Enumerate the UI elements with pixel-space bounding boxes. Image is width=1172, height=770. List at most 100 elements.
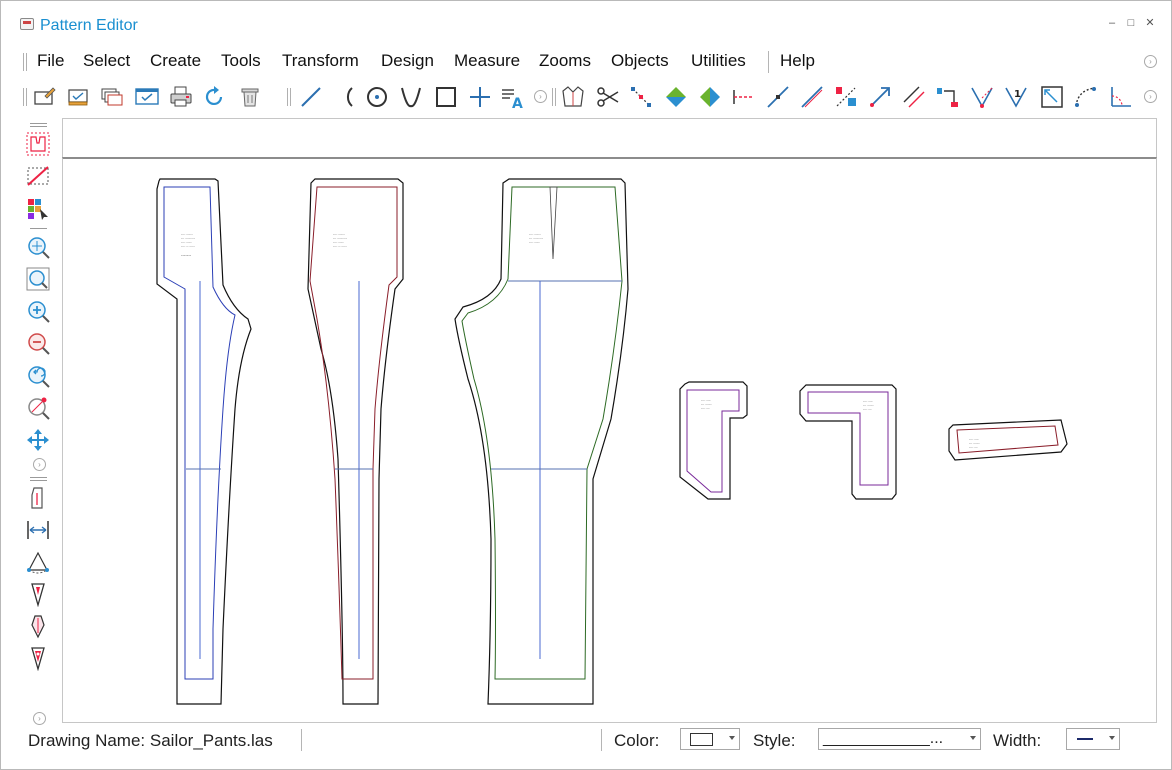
arrow-up-right-icon[interactable] <box>867 84 893 110</box>
pin-filled-icon[interactable] <box>25 645 51 671</box>
zoom-window-icon[interactable] <box>25 266 51 292</box>
app-icon <box>20 18 34 30</box>
style-label: Style: <box>753 731 796 750</box>
plus-icon[interactable] <box>467 84 493 110</box>
status-separator-1 <box>301 729 302 751</box>
svg-text:-------: ------- <box>181 253 192 258</box>
menu-grip[interactable] <box>23 53 27 71</box>
diagonal-line-icon[interactable] <box>799 84 825 110</box>
pin-outline-icon[interactable] <box>25 613 51 639</box>
toolbar-expand-icon[interactable]: › <box>534 90 547 103</box>
arc-icon[interactable] <box>332 84 358 110</box>
menu-tools[interactable]: Tools <box>221 51 261 71</box>
new-pattern-icon[interactable] <box>31 84 57 110</box>
drawing-header-strip <box>62 118 1157 157</box>
notch-line-icon[interactable] <box>731 84 757 110</box>
pin-icon[interactable] <box>25 581 51 607</box>
point-path-icon[interactable] <box>629 84 655 110</box>
diamond-split-icon[interactable] <box>697 84 723 110</box>
piece-icon[interactable] <box>25 485 51 511</box>
menu-measure[interactable]: Measure <box>454 51 520 71</box>
menu-transform[interactable]: Transform <box>282 51 359 71</box>
maximize-button[interactable]: □ <box>1123 16 1139 30</box>
zoom-fit-icon[interactable] <box>25 234 51 260</box>
left-overflow-icon[interactable]: › <box>33 712 46 725</box>
style-dropdown[interactable]: ____________... <box>818 728 981 750</box>
open-icon[interactable] <box>65 84 91 110</box>
toolbar-grip[interactable] <box>23 88 27 106</box>
left-grip-top <box>30 123 47 124</box>
svg-text:A: A <box>512 96 523 110</box>
style-value: ____________... <box>823 730 944 747</box>
zoom-previous-icon[interactable] <box>25 363 51 389</box>
chevron-down-icon <box>1109 736 1115 740</box>
menu-zooms[interactable]: Zooms <box>539 51 591 71</box>
menu-utilities[interactable]: Utilities <box>691 51 746 71</box>
dart-icon[interactable] <box>969 84 995 110</box>
resize-box-icon[interactable] <box>1039 84 1065 110</box>
toolbar-grip-3 <box>552 88 556 106</box>
left-expand-icon[interactable]: › <box>33 458 46 471</box>
pattern-piece-blue[interactable]: ---- --------- ------------- --------- -… <box>156 178 252 705</box>
parallel-lines-icon[interactable] <box>901 84 927 110</box>
pattern-piece-waistband[interactable]: ---- ------- ---------- --- <box>948 419 1068 461</box>
color-grid-icon[interactable] <box>25 196 51 222</box>
svg-text:---- ---: ---- --- <box>701 406 710 410</box>
measure-width-icon[interactable] <box>25 517 51 543</box>
width-dropdown[interactable] <box>1066 728 1120 750</box>
slash-line-icon[interactable] <box>765 84 791 110</box>
v-curve-icon[interactable] <box>398 84 424 110</box>
svg-text:1: 1 <box>1014 89 1021 100</box>
zoom-in-icon[interactable] <box>25 298 51 324</box>
menu-design[interactable]: Design <box>381 51 434 71</box>
redo-icon[interactable] <box>202 84 228 110</box>
corner-point-icon[interactable] <box>935 84 961 110</box>
zoom-out-icon[interactable] <box>25 330 51 356</box>
check-window-icon[interactable] <box>134 84 160 110</box>
pattern-piece-purple-l[interactable]: ---- ------- ---------- --- <box>799 384 897 500</box>
status-separator-2 <box>601 729 602 751</box>
color-dropdown[interactable] <box>680 728 740 750</box>
shirt-icon[interactable] <box>560 84 586 110</box>
deselect-icon[interactable] <box>25 163 51 189</box>
circle-point-icon[interactable] <box>364 84 390 110</box>
window-title: Pattern Editor <box>40 17 138 34</box>
pattern-piece-red[interactable]: ---- --------- ------------- --------- -… <box>307 178 404 705</box>
chevron-down-icon <box>729 736 735 740</box>
layers-icon[interactable] <box>99 84 125 110</box>
menu-objects[interactable]: Objects <box>611 51 669 71</box>
pattern-piece-purple-small[interactable]: ---- ------- ---------- --- <box>679 381 748 500</box>
toolbar-overflow-icon[interactable]: › <box>1144 90 1157 103</box>
dotted-curve-icon[interactable] <box>1073 84 1099 110</box>
pattern-editor-window: Pattern Editor ‒ □ ✕ File Select Create … <box>0 0 1172 770</box>
rectangle-icon[interactable] <box>433 84 459 110</box>
percent-points-icon[interactable] <box>833 84 859 110</box>
pattern-pieces-icon[interactable] <box>25 131 51 157</box>
main-toolbar: A › 1 › <box>1 81 1171 113</box>
drawing-canvas[interactable]: ---- ------ --- --------- ---- ----- ---- -… <box>62 157 1157 723</box>
zoom-point-icon[interactable] <box>25 395 51 421</box>
menu-create[interactable]: Create <box>150 51 201 71</box>
menu-help[interactable]: Help <box>780 51 815 71</box>
left-grip-bottom <box>30 126 47 127</box>
line-icon[interactable] <box>298 84 324 110</box>
menu-overflow-icon[interactable]: › <box>1144 55 1157 68</box>
angle-icon[interactable] <box>1108 84 1134 110</box>
cone-icon[interactable] <box>25 550 51 576</box>
menu-select[interactable]: Select <box>83 51 130 71</box>
dart-1-icon[interactable]: 1 <box>1003 84 1029 110</box>
scissors-icon[interactable] <box>595 84 621 110</box>
left-separator-1 <box>30 228 47 229</box>
print-icon[interactable] <box>168 84 194 110</box>
svg-text:---- -- -----: ---- -- ----- <box>181 244 195 248</box>
minimize-button[interactable]: ‒ <box>1104 16 1120 30</box>
close-button[interactable]: ✕ <box>1142 16 1158 30</box>
pattern-piece-green[interactable]: ---- --------- ------------- ----- <box>454 178 629 705</box>
trash-icon[interactable] <box>237 84 263 110</box>
menu-file[interactable]: File <box>37 51 64 71</box>
diamond-green-icon[interactable] <box>663 84 689 110</box>
text-icon[interactable]: A <box>500 84 526 110</box>
color-label: Color: <box>614 731 660 750</box>
pan-icon[interactable] <box>25 427 51 453</box>
color-swatch <box>690 733 713 746</box>
